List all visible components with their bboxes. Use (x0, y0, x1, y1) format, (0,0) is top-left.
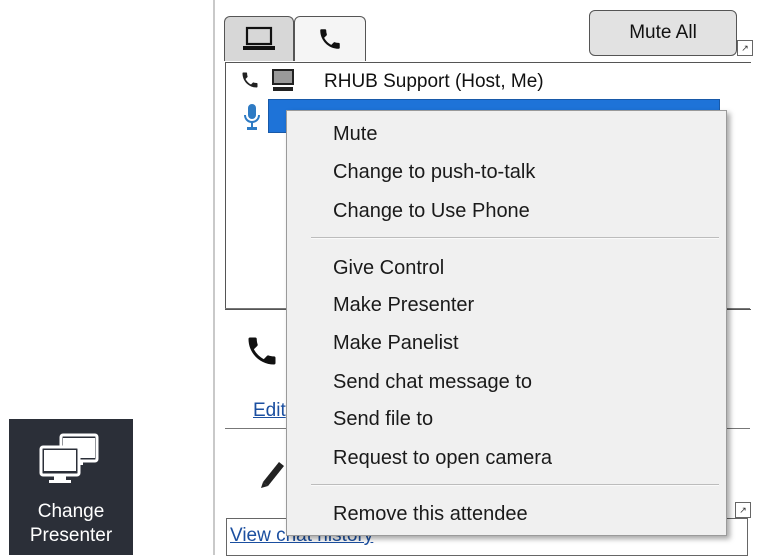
monitors-icon (39, 433, 101, 489)
menu-item-send-chat[interactable]: Send chat message to (333, 371, 532, 394)
laptop-icon (243, 26, 275, 50)
menu-separator (311, 237, 719, 239)
microphone-icon (243, 103, 261, 136)
presenter-label-line1: Change (37, 501, 105, 522)
presenter-label-line2: Presenter (29, 525, 113, 546)
attendee-context-menu: Mute Change to push-to-talk Change to Us… (286, 110, 727, 536)
attendee-host-name[interactable]: RHUB Support (Host, Me) (324, 71, 544, 93)
phone-status-icon (240, 70, 260, 95)
menu-item-make-panelist[interactable]: Make Panelist (333, 332, 459, 355)
phone-icon (320, 29, 340, 49)
mute-all-button[interactable]: Mute All (589, 10, 737, 56)
menu-item-use-phone[interactable]: Change to Use Phone (333, 200, 530, 223)
menu-item-push-to-talk[interactable]: Change to push-to-talk (333, 161, 535, 184)
menu-item-send-file[interactable]: Send file to (333, 408, 433, 431)
menu-item-make-presenter[interactable]: Make Presenter (333, 294, 474, 317)
menu-item-remove-attendee[interactable]: Remove this attendee (333, 503, 528, 526)
menu-item-give-control[interactable]: Give Control (333, 257, 444, 280)
pencil-icon[interactable] (257, 456, 287, 495)
panel-divider (213, 0, 215, 555)
tab-phone-audio[interactable] (294, 16, 366, 61)
change-presenter-button[interactable]: Change Presenter (9, 419, 133, 555)
tab-computer-audio[interactable] (224, 16, 294, 61)
menu-item-request-camera[interactable]: Request to open camera (333, 447, 552, 470)
expand-chat-icon[interactable]: ↗ (735, 502, 751, 518)
desktop-icon (270, 67, 296, 98)
menu-item-mute[interactable]: Mute (333, 123, 377, 146)
menu-separator-2 (311, 484, 719, 486)
expand-icon[interactable]: ↗ (737, 40, 753, 56)
edit-link[interactable]: Edit (253, 400, 286, 422)
phone-call-icon[interactable] (244, 333, 280, 374)
